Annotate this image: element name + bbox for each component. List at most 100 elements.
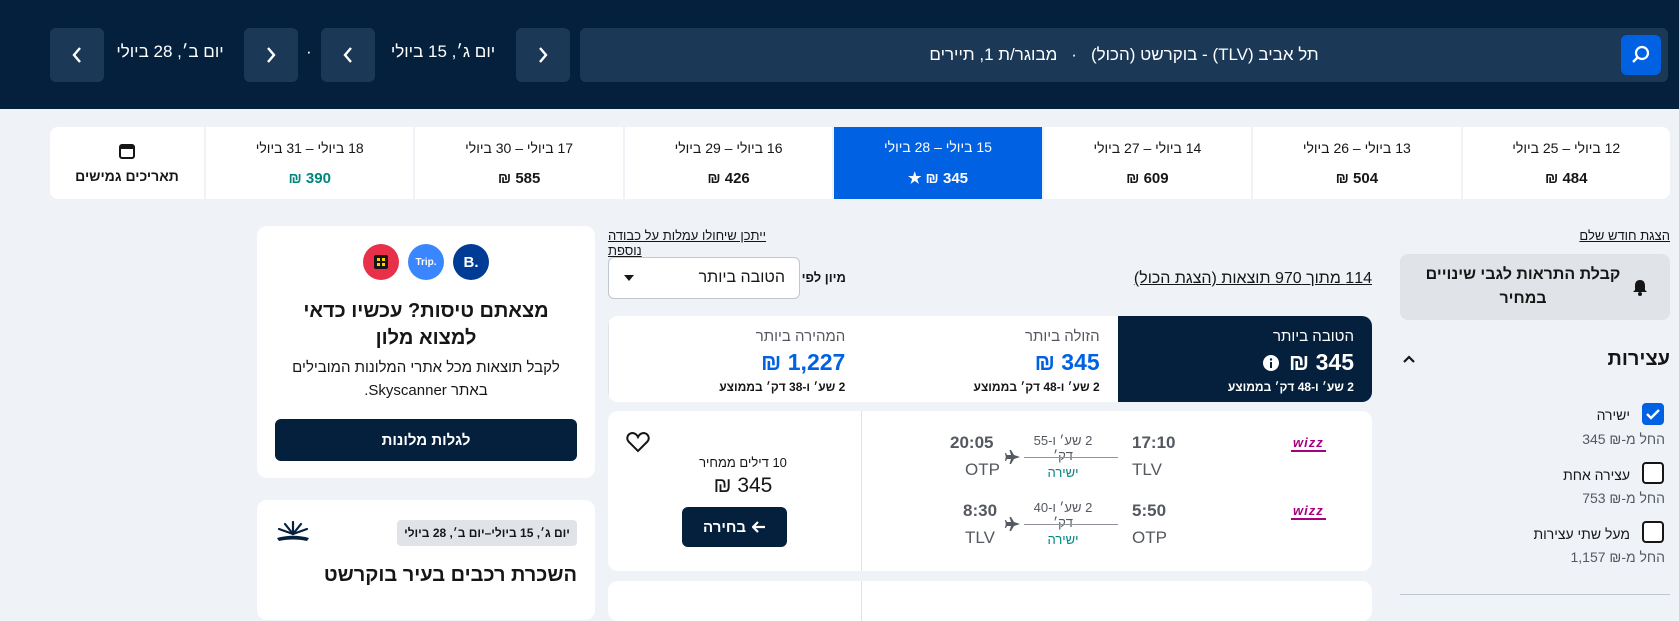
tab-cheapest-price: 345 ₪ [1034,349,1100,375]
stop-direct-checkbox[interactable] [1642,403,1664,425]
trip-logo: Trip. [408,244,444,280]
plane-icon [1005,517,1020,531]
sort-value: הטובה ביותר [698,269,785,286]
date-option-dates: 18 ביולי – 31 ביולי [255,139,364,156]
card-divider [861,411,862,571]
date-option-dates: 14 ביולי – 27 ביולי [1093,139,1202,156]
sort-tabs: המהירה ביותר 1,227 ₪ 2 שע׳ ו-38 דק׳ בממו… [608,316,1372,402]
stop-one-checkbox[interactable] [1642,462,1664,484]
travellers-text: מבוגר/ת 1, תיירים [929,45,1058,64]
date-option-dates: 12 ביולי – 25 ביולי [1512,139,1621,156]
info-icon[interactable] [1262,354,1279,371]
tab-fastest[interactable]: המהירה ביותר 1,227 ₪ 2 שע׳ ו-38 דק׳ בממו… [608,316,863,402]
date-option-dates: 13 ביולי – 26 ביולי [1302,139,1411,156]
date-option-selected[interactable]: 15 ביולי – 28 ביולי 345 ₪ ★ [834,127,1042,199]
bell-icon [1633,280,1647,296]
heart-icon[interactable] [626,431,650,453]
date-option-price: 390 ₪ [288,169,331,187]
stop-two-plus-price: החל מ-₪ 1,157 [1570,549,1666,565]
date-option-dates: 17 ביולי – 30 ביולי [465,139,574,156]
depart-date[interactable]: יום ג׳, 15 ביולי [388,42,498,62]
chevron-left-icon [343,47,352,63]
date-option[interactable]: 17 ביולי – 30 ביולי 585 ₪ [415,127,623,199]
depart-next-button[interactable] [516,28,570,82]
stop-one-label: עצירה אחת [1563,467,1630,483]
in-route-line [1024,524,1118,525]
route-text: תל אביב (TLV) - בוקרשט (הכול) [1090,45,1319,64]
caret-down-icon [624,275,634,281]
out-duration: 2 שע׳ ו-55 דק׳ [1033,433,1093,463]
airline-logo-wizz: wizz [1291,503,1326,520]
date-option-dates: 15 ביולי – 28 ביולי [884,139,992,155]
search-header: יום ב׳, 28 ביולי · יום ג׳, 15 ביולי תל א… [0,0,1679,109]
tab-best[interactable]: הטובה ביותר 345 ₪ 2 שע׳ ו-48 דק׳ בממוצע [1117,316,1372,402]
tab-cheapest-title: הזולה ביותר [1024,328,1100,345]
promo-body: לקבל תוצאות מכל אתרי המלונות המובילים בא… [292,359,560,399]
route-summary[interactable]: תל אביב (TLV) - בוקרשט (הכול) · מבוגר/ת … [580,28,1668,82]
date-price-strip: תאריכים גמישים 18 ביולי – 31 ביולי 390 ₪ … [50,127,1670,199]
stop-direct-label: ישירה [1596,407,1630,423]
stop-direct-price: החל מ-₪ 345 [1582,431,1665,447]
tab-fastest-price: 1,227 ₪ [761,349,846,375]
check-icon [1646,409,1660,420]
select-flight-label: בחירה [703,518,746,536]
out-dep-time: 17:10 [1132,433,1176,452]
hotel-icon [374,255,388,269]
sort-label: מיון לפי [801,270,846,285]
search-button[interactable] [1621,35,1661,75]
in-stops: ישירה [1047,532,1079,547]
tab-fastest-title: המהירה ביותר [755,328,846,345]
stop-two-plus-label: מעל שתי עצירות [1533,526,1630,542]
date-option[interactable]: 13 ביולי – 26 ביולי 504 ₪ [1253,127,1461,199]
date-option-price: 426 ₪ [707,169,750,187]
kayak-sun-icon [277,520,309,541]
return-prev-button[interactable] [50,28,104,82]
filter-divider [1400,594,1670,595]
show-month-link[interactable]: הצגת חודש שלם [1500,228,1670,243]
flight-result-card[interactable]: 10 דילים ממחיר 345 ₪ בחירה wizz 17:10 TL… [608,411,1372,571]
price-alert-label: קבלת התראות לגבי שינויים במחיר [1425,266,1621,307]
arrow-left-icon [751,521,765,533]
select-flight-button[interactable]: בחירה [682,507,787,547]
car-rental-dates: יום ג׳, 15 ביולי–יום ב׳, 28 ביולי [397,520,577,546]
plane-icon [1005,450,1020,464]
deals-count: 10 דילים ממחיר [699,455,787,470]
out-arr-code: OTP [965,460,1000,479]
car-rental-card: יום ג׳, 15 ביולי–יום ב׳, 28 ביולי השכרת … [257,500,595,620]
price-alert-button[interactable]: קבלת התראות לגבי שינויים במחיר [1400,254,1670,320]
date-option[interactable]: 14 ביולי – 27 ביולי 609 ₪ [1043,127,1252,199]
flight-price: 345 ₪ [713,474,773,497]
date-option[interactable]: 12 ביולי – 25 ביולי 484 ₪ [1462,127,1670,199]
in-arr-code: TLV [965,528,995,547]
chevron-up-icon[interactable] [1402,354,1416,364]
baggage-fees-link[interactable]: ייתכן שיחולו עמלות על כבודה נוספת [608,228,793,258]
discover-hotels-button[interactable]: לגלות מלונות [275,419,577,461]
date-option-price: 484 ₪ [1545,169,1588,187]
depart-prev-button[interactable] [321,28,375,82]
tab-fastest-sub: 2 שע׳ ו-38 דק׳ בממוצע [719,380,846,394]
tab-best-title: הטובה ביותר [1273,328,1354,345]
chevron-right-icon [267,47,276,63]
date-option[interactable]: 18 ביולי – 31 ביולי 390 ₪ [206,127,414,199]
return-next-button[interactable] [244,28,298,82]
flight-result-card[interactable] [608,581,1372,621]
search-icon [1632,45,1650,63]
out-stops: ישירה [1047,465,1079,480]
route-separator: · [1071,45,1077,64]
results-count-link[interactable]: 114 מתוך 970 תוצאות (הצגת הכול) [1100,270,1372,288]
flexible-dates-button[interactable]: תאריכים גמישים [50,127,204,199]
tab-cheapest-sub: 2 שע׳ ו-48 דק׳ בממוצע [973,380,1100,394]
date-option-price: 345 ₪ ★ [907,170,969,187]
stop-two-plus-checkbox[interactable] [1642,521,1664,543]
stops-title: עצירות [1607,348,1671,370]
out-arr-time: 20:05 [950,433,994,452]
promo-title: מצאתם טיסות? עכשיו כדאי למצוא מלון [303,300,549,349]
return-date[interactable]: יום ב׳, 28 ביולי [110,42,230,62]
chevron-left-icon [72,47,81,63]
in-dep-code: OTP [1132,528,1167,547]
tab-best-price: 345 ₪ [1288,349,1354,375]
date-option[interactable]: 16 ביולי – 29 ביולי 426 ₪ [624,127,833,199]
sort-select[interactable]: הטובה ביותר [608,257,800,299]
tab-cheapest[interactable]: הזולה ביותר 345 ₪ 2 שע׳ ו-48 דק׳ בממוצע [863,316,1117,402]
date-option-dates: 16 ביולי – 29 ביולי [674,139,783,156]
